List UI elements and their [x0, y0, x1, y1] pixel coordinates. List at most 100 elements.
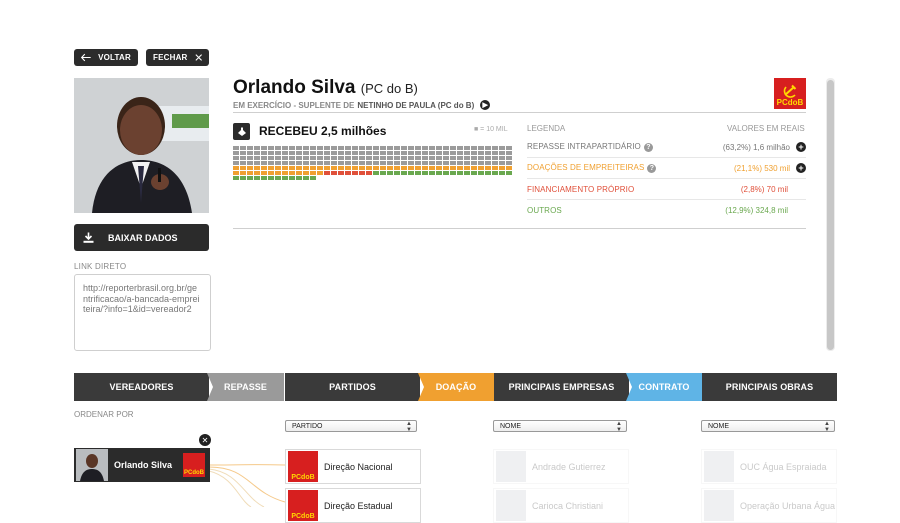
waffle-cell-orange: [338, 166, 344, 170]
waffle-cell-gray: [422, 151, 428, 155]
tab-repasse[interactable]: REPASSE: [207, 373, 284, 401]
waffle-cell-orange: [450, 166, 456, 170]
waffle-cell-green: [401, 171, 407, 175]
waffle-cell-red: [352, 171, 358, 175]
scrollbar-thumb[interactable]: [827, 80, 834, 350]
legend-row-doacoes: DOAÇÕES DE EMPREITEIRAS? (21,1%) 530 mil…: [527, 158, 806, 179]
waffle-cell-gray: [380, 146, 386, 150]
select-arrows-icon: ▲ ▼: [406, 421, 412, 433]
help-icon[interactable]: ?: [647, 164, 657, 173]
close-icon[interactable]: ✕: [199, 434, 211, 446]
tab-contrato[interactable]: CONTRATO: [626, 373, 702, 401]
waffle-cell-orange: [254, 171, 260, 175]
waffle-cell-green: [275, 176, 281, 180]
waffle-cell-gray: [247, 151, 253, 155]
party-item-direcao-nacional[interactable]: PCdoB Direção Nacional: [285, 449, 421, 484]
waffle-cell-gray: [506, 146, 512, 150]
waffle-cell-gray: [415, 151, 421, 155]
waffle-cell-green: [436, 171, 442, 175]
waffle-cell-gray: [331, 156, 337, 160]
party-item-label: Direção Estadual: [324, 500, 393, 511]
waffle-cell-red: [345, 171, 351, 175]
back-button[interactable]: VOLTAR: [74, 49, 138, 66]
waffle-cell-gray: [261, 151, 267, 155]
select-value: NOME: [500, 422, 521, 430]
waffle-cell-gray: [478, 146, 484, 150]
waffle-cell-gray: [415, 146, 421, 150]
waffle-cell-orange: [394, 166, 400, 170]
divider: [233, 228, 806, 229]
waffle-cell-gray: [415, 161, 421, 165]
work-item[interactable]: OUC Água Espraiada: [701, 449, 837, 484]
waffle-cell-green: [450, 171, 456, 175]
selected-councilor-card[interactable]: Orlando Silva PCdoB: [74, 448, 210, 482]
waffle-cell-orange: [247, 171, 253, 175]
waffle-cell-orange: [359, 166, 365, 170]
waffle-cell-orange: [289, 171, 295, 175]
company-item[interactable]: Andrade Gutierrez: [493, 449, 629, 484]
tab-principais-empresas[interactable]: PRINCIPAIS EMPRESAS: [494, 373, 629, 401]
sort-label: ORDENAR POR: [74, 410, 134, 419]
waffle-cell-gray: [338, 151, 344, 155]
waffle-cell-gray: [394, 151, 400, 155]
tab-partidos[interactable]: PARTIDOS: [285, 373, 420, 401]
waffle-cell-orange: [296, 166, 302, 170]
sort-select-empresas[interactable]: NOME ▲ ▼: [493, 420, 627, 433]
close-label: FECHAR: [153, 53, 188, 62]
waffle-cell-green: [408, 171, 414, 175]
waffle-cell-gray: [366, 146, 372, 150]
close-button[interactable]: FECHAR: [146, 49, 209, 66]
company-logo: [496, 490, 526, 521]
waffle-cell-gray: [471, 151, 477, 155]
waffle-cell-gray: [429, 161, 435, 165]
sort-select-partido[interactable]: PARTIDO ▲ ▼: [285, 420, 417, 433]
waffle-cell-orange: [282, 166, 288, 170]
back-label: VOLTAR: [98, 53, 131, 62]
waffle-cell-gray: [303, 156, 309, 160]
expand-icon[interactable]: +: [796, 142, 806, 152]
waffle-cell-orange: [317, 166, 323, 170]
waffle-cell-gray: [289, 156, 295, 160]
waffle-cell-gray: [233, 146, 239, 150]
download-data-button[interactable]: BAIXAR DADOS: [74, 224, 209, 251]
legend-value: (21,1%) 530 mil: [733, 163, 790, 173]
company-name: Andrade Gutierrez: [532, 461, 606, 472]
received-total: RECEBEU 2,5 milhões: [259, 124, 387, 138]
tab-principais-obras[interactable]: PRINCIPAIS OBRAS: [702, 373, 837, 401]
waffle-cell-gray: [275, 161, 281, 165]
waffle-cell-gray: [289, 151, 295, 155]
waffle-cell-green: [443, 171, 449, 175]
work-item[interactable]: Operação Urbana Água: [701, 488, 837, 523]
tab-vereadores[interactable]: VEREADORES: [74, 373, 209, 401]
arrow-right-icon[interactable]: ▶: [480, 100, 491, 110]
waffle-cell-green: [394, 171, 400, 175]
waffle-scale-note: ■ = 10 MIL: [474, 126, 508, 133]
waffle-cell-orange: [275, 166, 281, 170]
party-item-direcao-estadual[interactable]: PCdoB Direção Estadual: [285, 488, 421, 523]
tab-doacao[interactable]: DOAÇÃO: [418, 373, 494, 401]
waffle-cell-gray: [464, 151, 470, 155]
waffle-cell-orange: [506, 166, 512, 170]
sort-select-obras[interactable]: NOME ▲ ▼: [701, 420, 835, 433]
waffle-cell-red: [359, 171, 365, 175]
divider: [233, 112, 806, 113]
waffle-cell-gray: [254, 156, 260, 160]
waffle-cell-gray: [457, 151, 463, 155]
waffle-cell-gray: [338, 161, 344, 165]
waffle-cell-gray: [366, 156, 372, 160]
waffle-cell-gray: [296, 146, 302, 150]
waffle-cell-gray: [352, 151, 358, 155]
profile-photo: [74, 78, 209, 213]
waffle-cell-gray: [268, 146, 274, 150]
money-icon: [233, 123, 250, 140]
waffle-cell-gray: [352, 146, 358, 150]
waffle-cell-orange: [268, 171, 274, 175]
company-item[interactable]: Carioca Christiani: [493, 488, 629, 523]
expand-icon[interactable]: +: [796, 163, 806, 173]
waffle-cell-green: [310, 176, 316, 180]
direct-link-field[interactable]: http://reporterbrasil.org.br/gentrificac…: [74, 274, 211, 351]
download-label: BAIXAR DADOS: [108, 232, 178, 243]
help-icon[interactable]: ?: [643, 143, 653, 152]
select-arrows-icon: ▲ ▼: [616, 421, 622, 433]
waffle-cell-gray: [324, 161, 330, 165]
